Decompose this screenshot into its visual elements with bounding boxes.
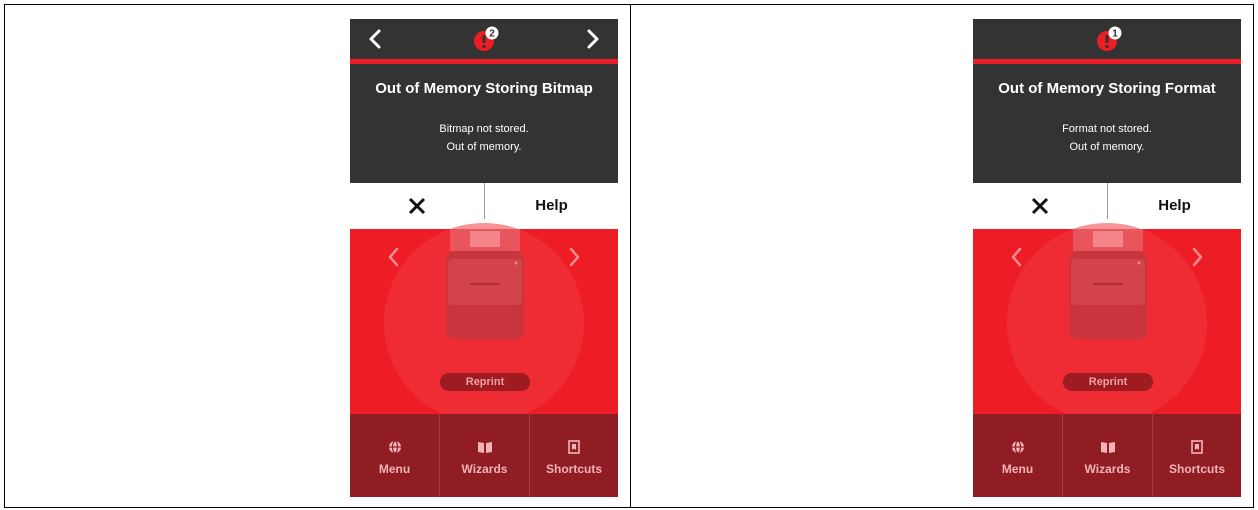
close-icon: [408, 197, 426, 215]
alert-message-line-1: Format not stored.: [1062, 123, 1152, 135]
chevron-right-icon: [569, 247, 580, 267]
chevron-right-icon: [587, 29, 599, 49]
nav-shortcuts-label: Shortcuts: [1168, 462, 1225, 476]
chevron-left-icon: [369, 29, 381, 49]
bottom-navigation: Menu Wizards Shortcuts: [973, 414, 1241, 497]
printer-status-area: Reprint: [350, 223, 618, 423]
alert-count: 1: [1112, 29, 1118, 40]
bookmark-icon: [1191, 440, 1203, 454]
globe-icon: [1011, 440, 1024, 454]
nav-shortcuts-label: Shortcuts: [545, 462, 602, 476]
bottom-navigation: Menu Wizards Shortcuts: [350, 414, 618, 497]
help-button[interactable]: Help: [485, 183, 618, 229]
nav-wizards[interactable]: Wizards: [439, 414, 529, 497]
alert-badge: 2: [472, 26, 500, 52]
nav-menu[interactable]: Menu: [973, 414, 1062, 497]
next-alert-button[interactable]: [578, 25, 606, 53]
nav-shortcuts[interactable]: Shortcuts: [529, 414, 618, 497]
alert-message-line-1: Bitmap not stored.: [439, 123, 529, 135]
top-bar: 1: [973, 19, 1241, 64]
alert-title: Out of Memory Storing Format: [998, 80, 1216, 97]
reprint-button[interactable]: Reprint: [1063, 373, 1153, 391]
dismiss-button[interactable]: [350, 183, 484, 229]
book-icon: [1100, 442, 1115, 453]
alert-message-line-2: Out of memory.: [1069, 141, 1145, 153]
dismiss-button[interactable]: [973, 183, 1107, 229]
alert-message-panel: Out of Memory Storing Bitmap Bitmap not …: [350, 64, 618, 183]
book-icon: [477, 442, 492, 453]
close-icon: [1031, 197, 1049, 215]
top-bar: 2: [350, 19, 618, 64]
printer-status-area: Reprint: [973, 223, 1241, 423]
panel-divider: [630, 4, 631, 508]
printer-illustration: [1069, 229, 1147, 339]
alert-message: Format not stored. Out of memory.: [973, 120, 1241, 156]
alert-message-panel: Out of Memory Storing Format Format not …: [973, 64, 1241, 183]
chevron-right-icon: [1192, 247, 1203, 267]
previous-view-button[interactable]: [1007, 245, 1027, 269]
nav-wizards[interactable]: Wizards: [1062, 414, 1152, 497]
printer-display-1: 2 Out of Memory Storing Bitmap Bitmap no…: [350, 19, 618, 497]
next-view-button[interactable]: [1187, 245, 1207, 269]
nav-shortcuts[interactable]: Shortcuts: [1152, 414, 1241, 497]
nav-menu-label: Menu: [378, 462, 411, 476]
alert-count: 2: [489, 29, 495, 40]
reprint-button[interactable]: Reprint: [440, 373, 530, 391]
nav-menu[interactable]: Menu: [350, 414, 439, 497]
bookmark-icon: [568, 440, 580, 454]
previous-alert-button[interactable]: [362, 25, 390, 53]
nav-menu-label: Menu: [1001, 462, 1034, 476]
alert-title: Out of Memory Storing Bitmap: [375, 80, 593, 97]
alert-badge: 1: [1095, 26, 1123, 52]
printer-display-2: 1 Out of Memory Storing Format Format no…: [973, 19, 1241, 497]
alert-message-line-2: Out of memory.: [446, 141, 522, 153]
chevron-left-icon: [1011, 247, 1022, 267]
nav-wizards-label: Wizards: [1084, 462, 1131, 476]
next-view-button[interactable]: [564, 245, 584, 269]
globe-icon: [388, 440, 401, 454]
nav-wizards-label: Wizards: [461, 462, 508, 476]
printer-illustration: [446, 229, 524, 339]
help-button[interactable]: Help: [1108, 183, 1241, 229]
alert-message: Bitmap not stored. Out of memory.: [350, 120, 618, 156]
previous-view-button[interactable]: [384, 245, 404, 269]
alert-badge-icon: 1: [1097, 26, 1122, 51]
alert-badge-icon: 2: [474, 26, 499, 51]
chevron-left-icon: [388, 247, 399, 267]
